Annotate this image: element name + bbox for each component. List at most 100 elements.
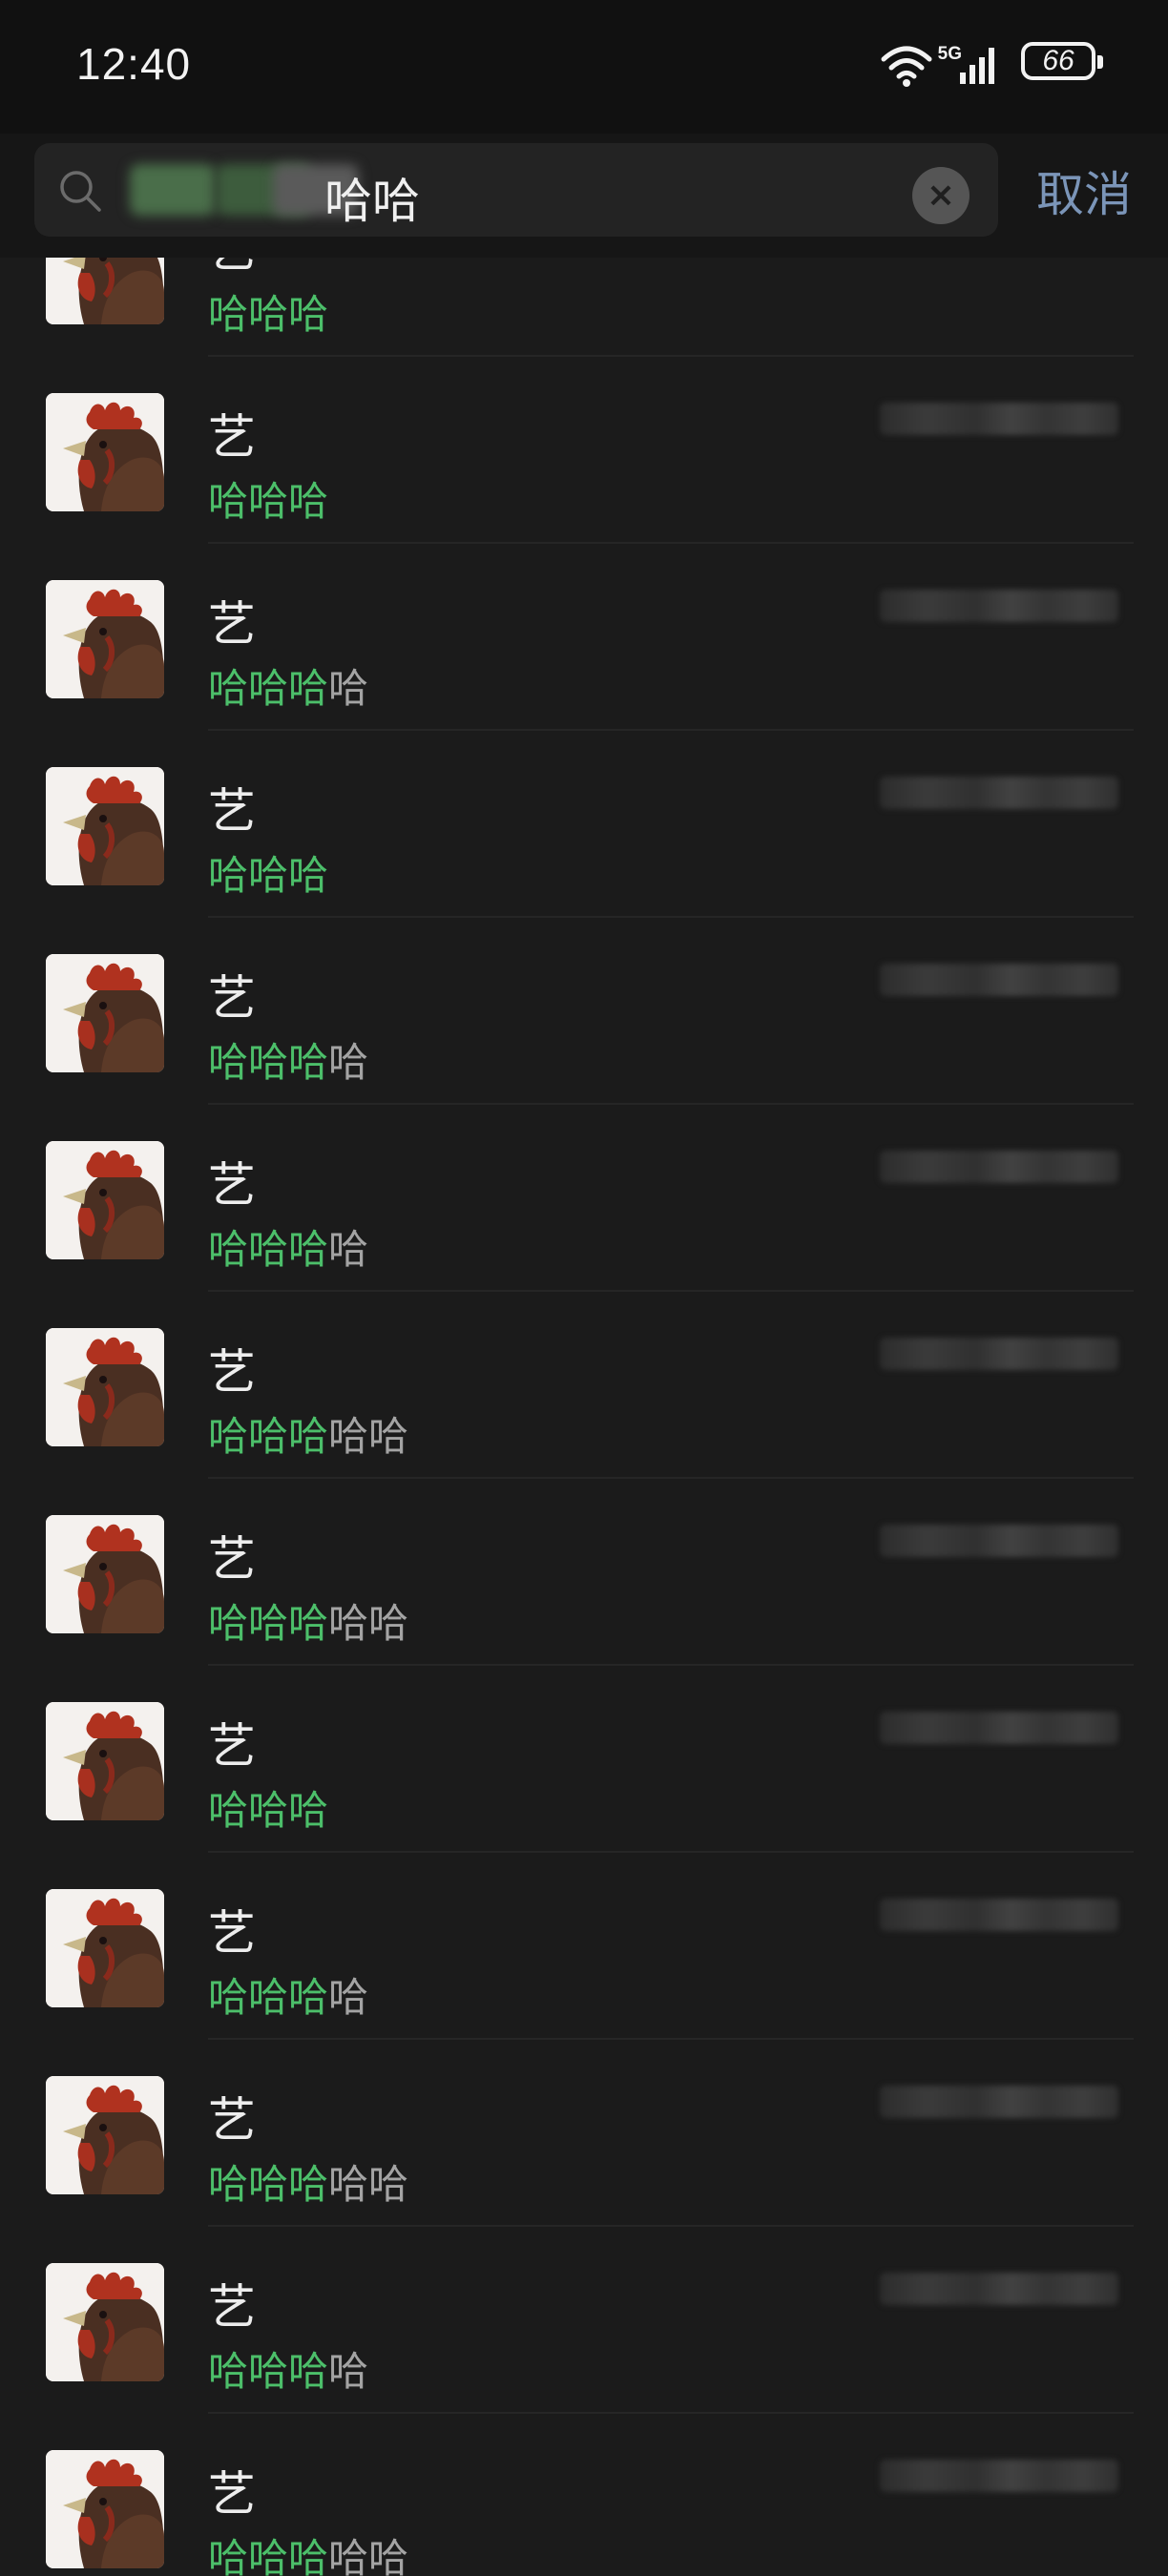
rooster-avatar-icon (46, 954, 164, 1072)
redacted-date (880, 2086, 1118, 2118)
search-result-item[interactable]: 艺 哈哈哈哈 (0, 2227, 1168, 2414)
avatar (46, 2263, 164, 2381)
rooster-avatar-icon (46, 1141, 164, 1259)
search-result-item[interactable]: 艺 哈哈哈哈哈 (0, 2040, 1168, 2227)
close-icon: × (926, 176, 956, 215)
avatar (46, 580, 164, 698)
search-icon (60, 171, 101, 212)
avatar (46, 767, 164, 885)
contact-name: 艺 (208, 1531, 256, 1587)
contact-name: 艺 (208, 596, 256, 652)
rooster-avatar-icon (46, 1702, 164, 1820)
rooster-avatar-icon (46, 258, 164, 324)
search-result-item[interactable]: 艺 哈哈哈 (0, 731, 1168, 918)
snippet-rest: 哈 (328, 1226, 369, 1273)
message-snippet: 哈哈哈哈哈 (208, 1404, 408, 1463)
snippet-rest: 哈哈 (328, 2161, 409, 2208)
rooster-avatar-icon (46, 2076, 164, 2194)
highlighted-match: 哈哈哈 (208, 1039, 329, 1086)
status-time: 12:40 (76, 39, 192, 89)
redacted-date (880, 2273, 1118, 2305)
message-snippet: 哈哈哈哈 (208, 656, 368, 715)
avatar (46, 1141, 164, 1259)
redacted-date (880, 1338, 1118, 1370)
contact-name: 艺 (208, 2279, 256, 2335)
message-snippet: 哈哈哈哈 (208, 1217, 368, 1276)
avatar (46, 2450, 164, 2568)
avatar (46, 1889, 164, 2007)
message-snippet: 哈哈哈 (208, 469, 328, 528)
search-result-item[interactable]: 艺 哈哈哈 (0, 258, 1168, 357)
redacted-query-part (130, 164, 216, 216)
search-query-text: 哈哈 (324, 174, 420, 229)
highlighted-match: 哈哈哈 (208, 852, 329, 899)
contact-name: 艺 (208, 1905, 256, 1961)
search-result-item[interactable]: 艺 哈哈哈哈哈 (0, 2414, 1168, 2576)
cancel-button[interactable]: 取消 (1036, 156, 1132, 225)
battery-icon: 66 (1021, 42, 1103, 80)
snippet-rest: 哈哈 (328, 1413, 409, 1460)
search-result-item[interactable]: 艺 哈哈哈哈 (0, 1853, 1168, 2040)
snippet-rest: 哈哈 (328, 2535, 409, 2576)
search-input[interactable]: 哈哈 × (34, 143, 998, 237)
search-result-item[interactable]: 艺 哈哈哈哈 (0, 918, 1168, 1105)
redacted-date (880, 964, 1118, 996)
search-result-item[interactable]: 艺 哈哈哈哈 (0, 544, 1168, 731)
redacted-date (880, 1899, 1118, 1931)
redacted-date (880, 2460, 1118, 2492)
search-result-item[interactable]: 艺 哈哈哈哈哈 (0, 1292, 1168, 1479)
search-results-list[interactable]: 艺 哈哈哈 艺 哈哈哈 (0, 258, 1168, 2576)
highlighted-match: 哈哈哈 (208, 2535, 329, 2576)
message-snippet: 哈哈哈哈 (208, 1030, 368, 1089)
message-snippet: 哈哈哈哈 (208, 1965, 368, 2024)
redacted-date (880, 777, 1118, 809)
avatar (46, 393, 164, 511)
rooster-avatar-icon (46, 1889, 164, 2007)
search-result-item[interactable]: 艺 哈哈哈 (0, 1666, 1168, 1853)
redacted-date (880, 403, 1118, 435)
message-snippet: 哈哈哈 (208, 282, 328, 341)
contact-name: 艺 (208, 409, 256, 465)
highlighted-match: 哈哈哈 (208, 1226, 329, 1273)
redacted-date (880, 1712, 1118, 1744)
status-bar: 12:40 5G 66 (0, 0, 1168, 134)
message-snippet: 哈哈哈 (208, 1778, 328, 1837)
search-result-item[interactable]: 艺 哈哈哈 (0, 357, 1168, 544)
wifi-icon (881, 46, 932, 87)
clear-search-button[interactable]: × (912, 167, 970, 224)
rooster-avatar-icon (46, 767, 164, 885)
signal-icon (960, 48, 994, 84)
contact-name: 艺 (208, 1157, 256, 1213)
message-snippet: 哈哈哈哈 (208, 2339, 368, 2398)
avatar (46, 1702, 164, 1820)
message-snippet: 哈哈哈哈哈 (208, 2526, 408, 2576)
contact-name: 艺 (208, 2092, 256, 2148)
contact-name: 艺 (208, 2466, 256, 2522)
highlighted-match: 哈哈哈 (208, 1413, 329, 1460)
contact-name: 艺 (208, 1344, 256, 1400)
redacted-date (880, 590, 1118, 622)
contact-name: 艺 (208, 258, 256, 280)
battery-level: 66 (1042, 45, 1074, 76)
avatar (46, 258, 164, 324)
rooster-avatar-icon (46, 580, 164, 698)
redacted-date (880, 1525, 1118, 1557)
rooster-avatar-icon (46, 393, 164, 511)
search-result-item[interactable]: 艺 哈哈哈哈 (0, 1105, 1168, 1292)
highlighted-match: 哈哈哈 (208, 1600, 329, 1647)
contact-name: 艺 (208, 783, 256, 839)
avatar (46, 2076, 164, 2194)
highlighted-match: 哈哈哈 (208, 665, 329, 712)
search-header: 哈哈 × 取消 (0, 134, 1168, 258)
search-result-item[interactable]: 艺 哈哈哈哈哈 (0, 1479, 1168, 1666)
highlighted-match: 哈哈哈 (208, 1974, 329, 2021)
rooster-avatar-icon (46, 1515, 164, 1633)
redacted-date (880, 1151, 1118, 1183)
rooster-avatar-icon (46, 2450, 164, 2568)
highlighted-match: 哈哈哈 (208, 2161, 329, 2208)
snippet-rest: 哈 (328, 2348, 369, 2395)
snippet-rest: 哈 (328, 1974, 369, 2021)
highlighted-match: 哈哈哈 (208, 478, 329, 525)
message-snippet: 哈哈哈哈哈 (208, 1591, 408, 1650)
contact-name: 艺 (208, 970, 256, 1026)
